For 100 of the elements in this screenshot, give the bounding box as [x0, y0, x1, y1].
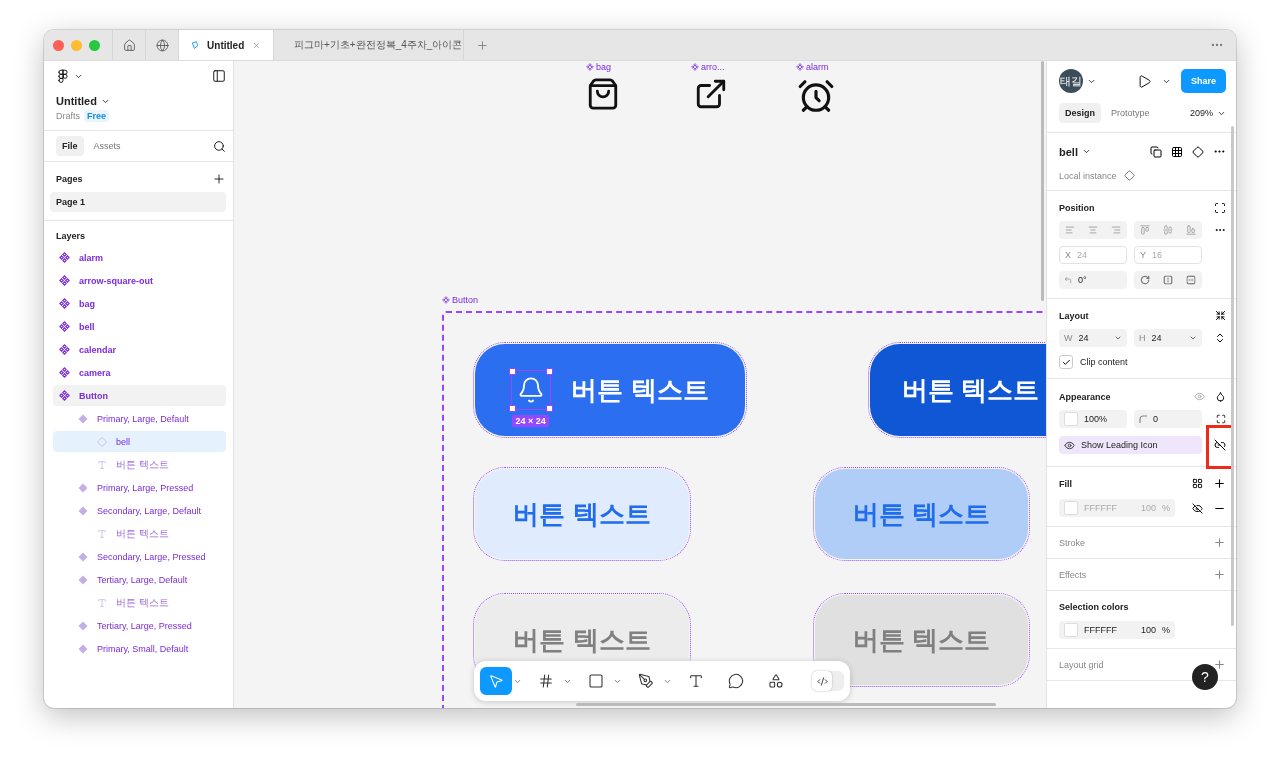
component-property-field[interactable]: Show Leading Icon — [1059, 436, 1202, 454]
file-title[interactable]: Untitled — [56, 95, 97, 107]
component-icon — [691, 63, 699, 71]
component-icon — [59, 321, 70, 332]
home-icon[interactable] — [122, 38, 136, 52]
pen-icon — [638, 673, 654, 689]
x-field[interactable]: X 24 — [1059, 246, 1127, 264]
panel-tab[interactable]: Prototype — [1105, 103, 1156, 123]
add-icon[interactable] — [1213, 477, 1226, 490]
chevron-down-icon[interactable] — [1081, 147, 1091, 156]
add-page-icon[interactable] — [212, 172, 226, 186]
diamond-icon[interactable] — [1192, 145, 1204, 158]
layer-item[interactable]: Button — [53, 385, 226, 406]
frame-label[interactable]: bag — [586, 62, 612, 72]
file-icon — [191, 39, 200, 51]
scan-icon[interactable] — [1214, 202, 1226, 214]
layer-item[interactable]: bell — [53, 431, 226, 452]
variant-button[interactable]: 버튼 텍스트 — [475, 469, 689, 559]
diamond-icon — [78, 505, 88, 516]
corners-icon[interactable] — [1216, 414, 1226, 424]
layer-item[interactable]: Primary, Large, Pressed — [53, 477, 226, 498]
layer-item[interactable]: arrow-square-out — [53, 270, 226, 291]
resize-icon[interactable] — [1214, 332, 1226, 344]
chevron-down-icon — [1114, 334, 1122, 342]
frame-label[interactable]: Button — [442, 295, 479, 305]
browser-tab[interactable]: 피그마+기초+완전정복_4주차_아이콘 — [273, 30, 463, 60]
new-tab-icon[interactable] — [476, 38, 489, 52]
text-icon — [688, 673, 704, 689]
panel-tab[interactable]: File — [56, 136, 84, 156]
shrink-icon[interactable] — [1215, 310, 1226, 321]
layer-item[interactable]: Tertiary, Large, Default — [53, 569, 226, 590]
corner-radius-icon — [1139, 415, 1147, 423]
panel-tab[interactable]: Assets — [87, 136, 127, 156]
add-icon[interactable] — [1213, 658, 1226, 671]
grid-icon[interactable] — [1171, 145, 1183, 158]
layer-item[interactable]: calendar — [53, 339, 226, 360]
rotation-field[interactable]: 0° — [1059, 271, 1127, 289]
figma-menu-icon[interactable] — [56, 69, 70, 83]
droplet-icon[interactable] — [1215, 391, 1226, 402]
resize-handle[interactable] — [509, 405, 517, 412]
radius-field[interactable]: 0 — [1134, 410, 1202, 428]
component-icon — [796, 63, 804, 71]
frame-label[interactable]: arro... — [691, 62, 725, 72]
width-field[interactable]: W 24 — [1059, 329, 1127, 347]
layer-item[interactable]: Primary, Small, Default — [53, 638, 226, 659]
detach-icon[interactable] — [1214, 439, 1226, 451]
variant-button[interactable]: 24 × 24 버튼 텍스트 — [475, 344, 745, 436]
shapes-icon — [768, 673, 784, 689]
color-field[interactable]: FFFFFF 100 % — [1059, 621, 1175, 639]
square-icon — [588, 673, 604, 689]
globe-icon[interactable] — [155, 38, 169, 52]
layer-item[interactable]: 버튼 텍스트 — [53, 454, 226, 475]
section-title: Layout grid — [1059, 659, 1104, 670]
flip-horizontal-icon[interactable] — [1163, 275, 1173, 285]
diamond-icon — [78, 551, 88, 562]
help-button[interactable]: ? — [1192, 664, 1218, 690]
panel-toggle-icon[interactable] — [212, 69, 226, 83]
bag-icon — [586, 77, 620, 111]
copy-icon[interactable] — [1150, 145, 1162, 158]
checkbox[interactable] — [1059, 355, 1073, 369]
layer-item[interactable]: alarm — [53, 247, 226, 268]
layer-item[interactable]: bag — [53, 293, 226, 314]
size-badge: 24 × 24 — [512, 415, 549, 427]
rotate-icon[interactable] — [1140, 275, 1151, 285]
y-field[interactable]: Y 16 — [1134, 246, 1202, 264]
layer-item[interactable]: Tertiary, Large, Pressed — [53, 615, 226, 636]
search-icon[interactable] — [213, 139, 226, 153]
page-item[interactable]: Page 1 — [50, 192, 226, 212]
component-icon — [586, 63, 594, 71]
layer-item[interactable]: 버튼 텍스트 — [53, 592, 226, 613]
section-title: Stroke — [1059, 537, 1085, 548]
layer-item[interactable]: camera — [53, 362, 226, 383]
chevron-down-icon — [1189, 334, 1197, 342]
resize-handle[interactable] — [546, 405, 554, 412]
eye-off-icon[interactable] — [1192, 502, 1203, 514]
panel-tab[interactable]: Design — [1059, 103, 1101, 123]
browser-tab[interactable]: Untitled — [178, 30, 273, 60]
diamond-icon — [78, 413, 88, 424]
opacity-field[interactable]: 100% — [1059, 410, 1127, 428]
styles-icon[interactable] — [1192, 478, 1203, 489]
diamond-icon — [1123, 170, 1135, 181]
resize-handle[interactable] — [509, 368, 517, 375]
section-title: Position — [1059, 203, 1095, 213]
layer-item[interactable]: Secondary, Large, Pressed — [53, 546, 226, 567]
play-icon[interactable] — [1137, 73, 1152, 89]
user-avatar[interactable]: 태길 — [1059, 69, 1083, 93]
height-field[interactable]: H 24 — [1134, 329, 1202, 347]
zoom-level[interactable]: 209% — [1189, 108, 1213, 118]
section-title: Fill — [1059, 478, 1072, 489]
selection-name[interactable]: bell — [1059, 145, 1078, 158]
layer-item[interactable]: Secondary, Large, Default — [53, 500, 226, 521]
layer-item[interactable]: 버튼 텍스트 — [53, 523, 226, 544]
layer-item[interactable]: bell — [53, 316, 226, 337]
dev-mode-toggle[interactable] — [812, 671, 844, 691]
text-icon — [97, 597, 107, 608]
resize-handle[interactable] — [546, 368, 554, 375]
flip-vertical-icon[interactable] — [1185, 275, 1196, 285]
variant-button[interactable]: 버튼 텍스트 — [870, 344, 1046, 436]
frame-label[interactable]: alarm — [796, 62, 829, 72]
layer-item[interactable]: Primary, Large, Default — [53, 408, 226, 429]
